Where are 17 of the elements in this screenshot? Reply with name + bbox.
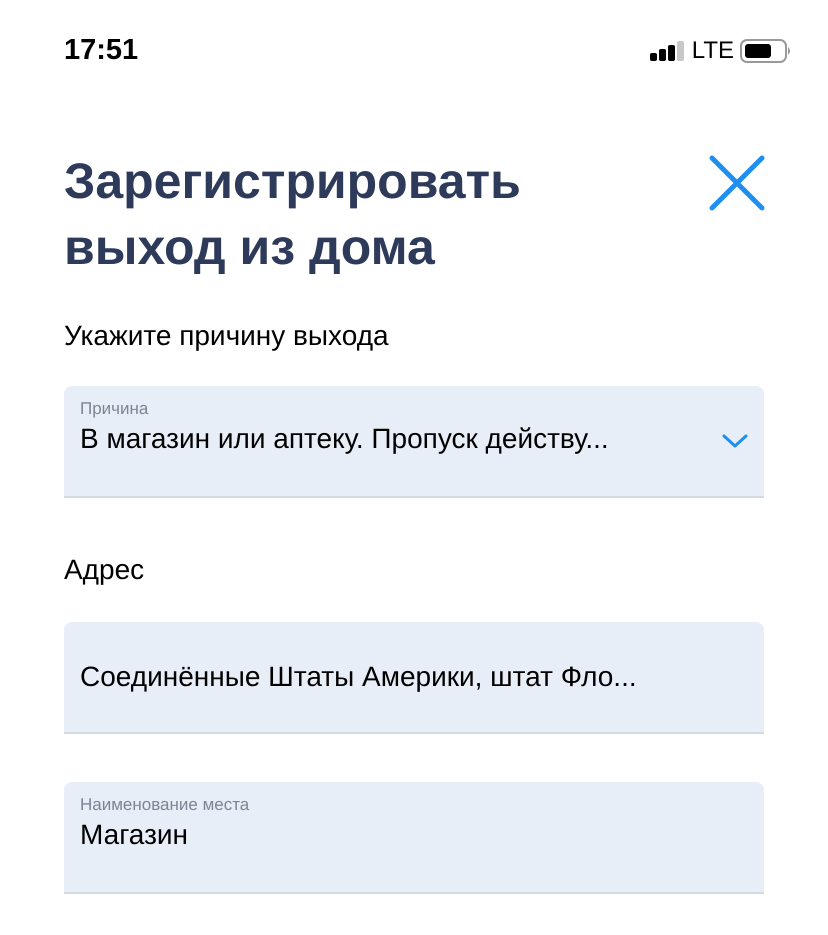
reason-dropdown[interactable]: Причина В магазин или аптеку. Пропуск действу...: [64, 386, 764, 498]
field-value: В магазин или аптеку. Пропуск действу...: [80, 422, 610, 456]
signal-icon: [650, 41, 686, 61]
battery-icon: [740, 39, 792, 63]
close-icon: [708, 154, 766, 212]
status-time: 17:51: [64, 33, 138, 68]
section-heading: Адрес: [64, 553, 146, 587]
chevron-down-icon: [722, 433, 748, 449]
section-heading: Укажите причину выхода: [64, 319, 390, 353]
network-type: LTE: [692, 36, 734, 66]
field-label: Наименование места: [80, 794, 250, 816]
field-value: Магазин: [80, 818, 190, 852]
input-field[interactable]: Соединённые Штаты Америки, штат Фло...: [64, 622, 764, 734]
page-title: Зарегистрировать выход из дома: [64, 152, 522, 277]
field-value: Соединённые Штаты Америки, штат Фло...: [80, 660, 638, 694]
input-field[interactable]: Наименование места Магазин: [64, 782, 764, 894]
field-label: Причина: [80, 398, 150, 420]
